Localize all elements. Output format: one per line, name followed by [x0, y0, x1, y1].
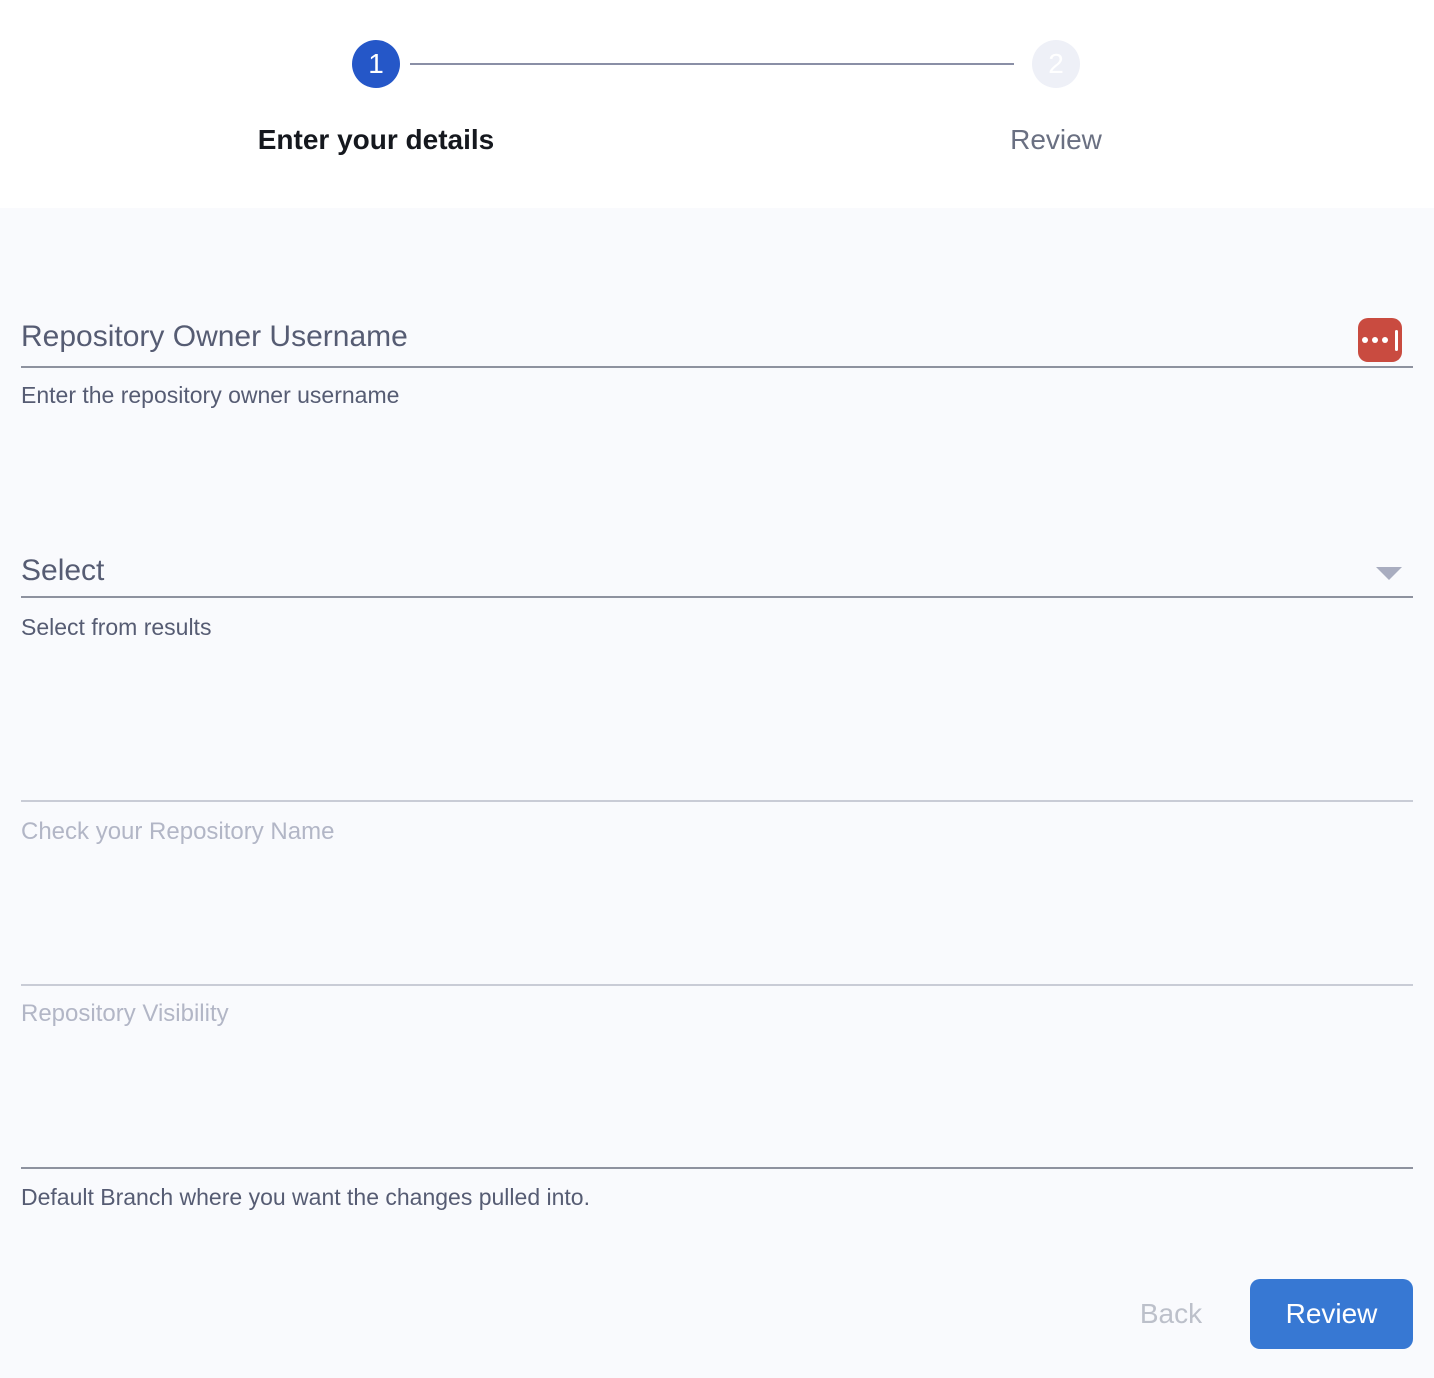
review-button[interactable]: Review — [1250, 1279, 1413, 1349]
default-branch-helper: Default Branch where you want the change… — [21, 1184, 590, 1211]
wizard-stepper-header: 1 2 Enter your details Review — [0, 0, 1434, 208]
autofill-dot — [1382, 337, 1388, 343]
repository-select-dropdown[interactable]: Select — [21, 554, 104, 588]
repository-name-field[interactable]: Check your Repository Name — [21, 818, 334, 846]
step-1-number: 1 — [368, 48, 384, 80]
repository-select-underline — [21, 596, 1413, 598]
step-1-label: Enter your details — [258, 124, 495, 156]
repository-visibility-underline — [21, 984, 1413, 986]
autofill-dot — [1362, 337, 1368, 343]
chevron-down-icon[interactable] — [1376, 567, 1402, 580]
step-2-number: 2 — [1048, 48, 1064, 80]
stepper-connector — [410, 63, 1014, 65]
repository-owner-username-underline — [21, 366, 1413, 368]
details-form: Repository Owner Username Enter the repo… — [0, 208, 1434, 1378]
autofill-dot — [1372, 337, 1378, 343]
repository-name-underline — [21, 800, 1413, 802]
step-1-indicator[interactable]: 1 — [352, 40, 400, 88]
repository-select-helper: Select from results — [21, 614, 211, 641]
autofill-bar — [1395, 330, 1398, 351]
repository-owner-username-helper: Enter the repository owner username — [21, 382, 399, 409]
back-button[interactable]: Back — [1109, 1279, 1233, 1349]
default-branch-underline — [21, 1167, 1413, 1169]
step-2-label: Review — [1010, 124, 1102, 156]
password-autofill-icon[interactable] — [1358, 318, 1402, 362]
step-2-indicator[interactable]: 2 — [1032, 40, 1080, 88]
wizard-page: 1 2 Enter your details Review Repository… — [0, 0, 1434, 1378]
repository-owner-username-input[interactable]: Repository Owner Username — [21, 320, 408, 354]
repository-visibility-field[interactable]: Repository Visibility — [21, 1000, 229, 1028]
